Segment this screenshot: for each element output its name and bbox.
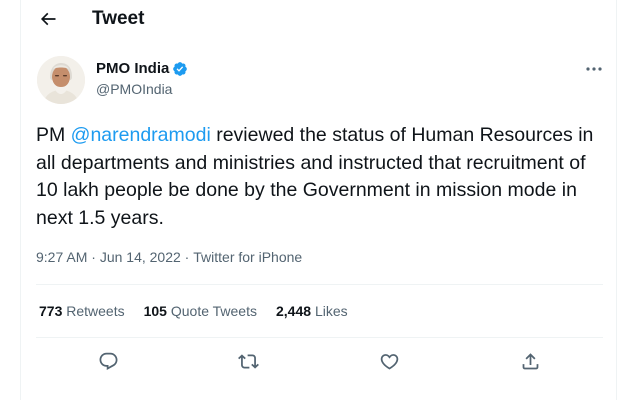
retweets-stat[interactable]: 773 Retweets (39, 303, 125, 319)
likes-count: 2,448 (276, 303, 312, 319)
mention-link[interactable]: @narendramodi (71, 124, 211, 146)
tweet-stats: 773 Retweets 105 Quote Tweets 2,448 Like… (39, 303, 367, 319)
like-button[interactable] (376, 348, 402, 374)
like-icon (380, 353, 398, 370)
tweet-date[interactable]: Jun 14, 2022 (100, 249, 181, 265)
share-icon (522, 352, 538, 369)
page-title: Tweet (92, 8, 145, 29)
reply-button[interactable] (95, 348, 121, 374)
quote-tweets-label: Quote Tweets (170, 303, 257, 319)
author-portrait-icon (37, 56, 85, 104)
tweet-text-prefix: PM (36, 124, 71, 146)
more-dots-icon (586, 67, 602, 71)
retweet-button[interactable] (235, 348, 261, 374)
tweet-time[interactable]: 9:27 AM (36, 249, 87, 265)
verified-badge-icon (173, 61, 188, 76)
quote-tweets-stat[interactable]: 105 Quote Tweets (144, 303, 257, 319)
back-button[interactable] (35, 6, 61, 32)
author-name[interactable]: PMO India (96, 60, 188, 77)
arrow-left-icon (40, 12, 56, 26)
tweet-header: Tweet (21, 0, 618, 38)
retweets-count: 773 (39, 303, 63, 319)
author-name-text: PMO India (96, 60, 170, 77)
meta-separator-2: · (180, 249, 194, 265)
likes-stat[interactable]: 2,448 Likes (276, 303, 348, 319)
likes-label: Likes (314, 303, 348, 319)
tweet-actions (21, 344, 618, 378)
divider (36, 284, 603, 285)
reply-icon (99, 352, 117, 370)
quote-tweets-count: 105 (143, 303, 167, 319)
divider (36, 337, 603, 338)
retweets-label: Retweets (66, 303, 125, 319)
avatar[interactable] (37, 56, 85, 104)
meta-separator: · (87, 249, 100, 265)
tweet-text: PM @narendramodi reviewed the status of … (36, 122, 606, 232)
author-handle[interactable]: @PMOIndia (96, 81, 172, 97)
tweet-source[interactable]: Twitter for iPhone (193, 249, 302, 265)
retweet-icon (237, 353, 259, 369)
share-button[interactable] (517, 348, 543, 374)
more-options-button[interactable] (582, 60, 606, 78)
tweet-detail-panel: Tweet PMO India @PMOIndia PM @narendramo… (20, 0, 617, 400)
tweet-meta: 9:27 AM · Jun 14, 2022 · Twitter for iPh… (36, 249, 302, 265)
